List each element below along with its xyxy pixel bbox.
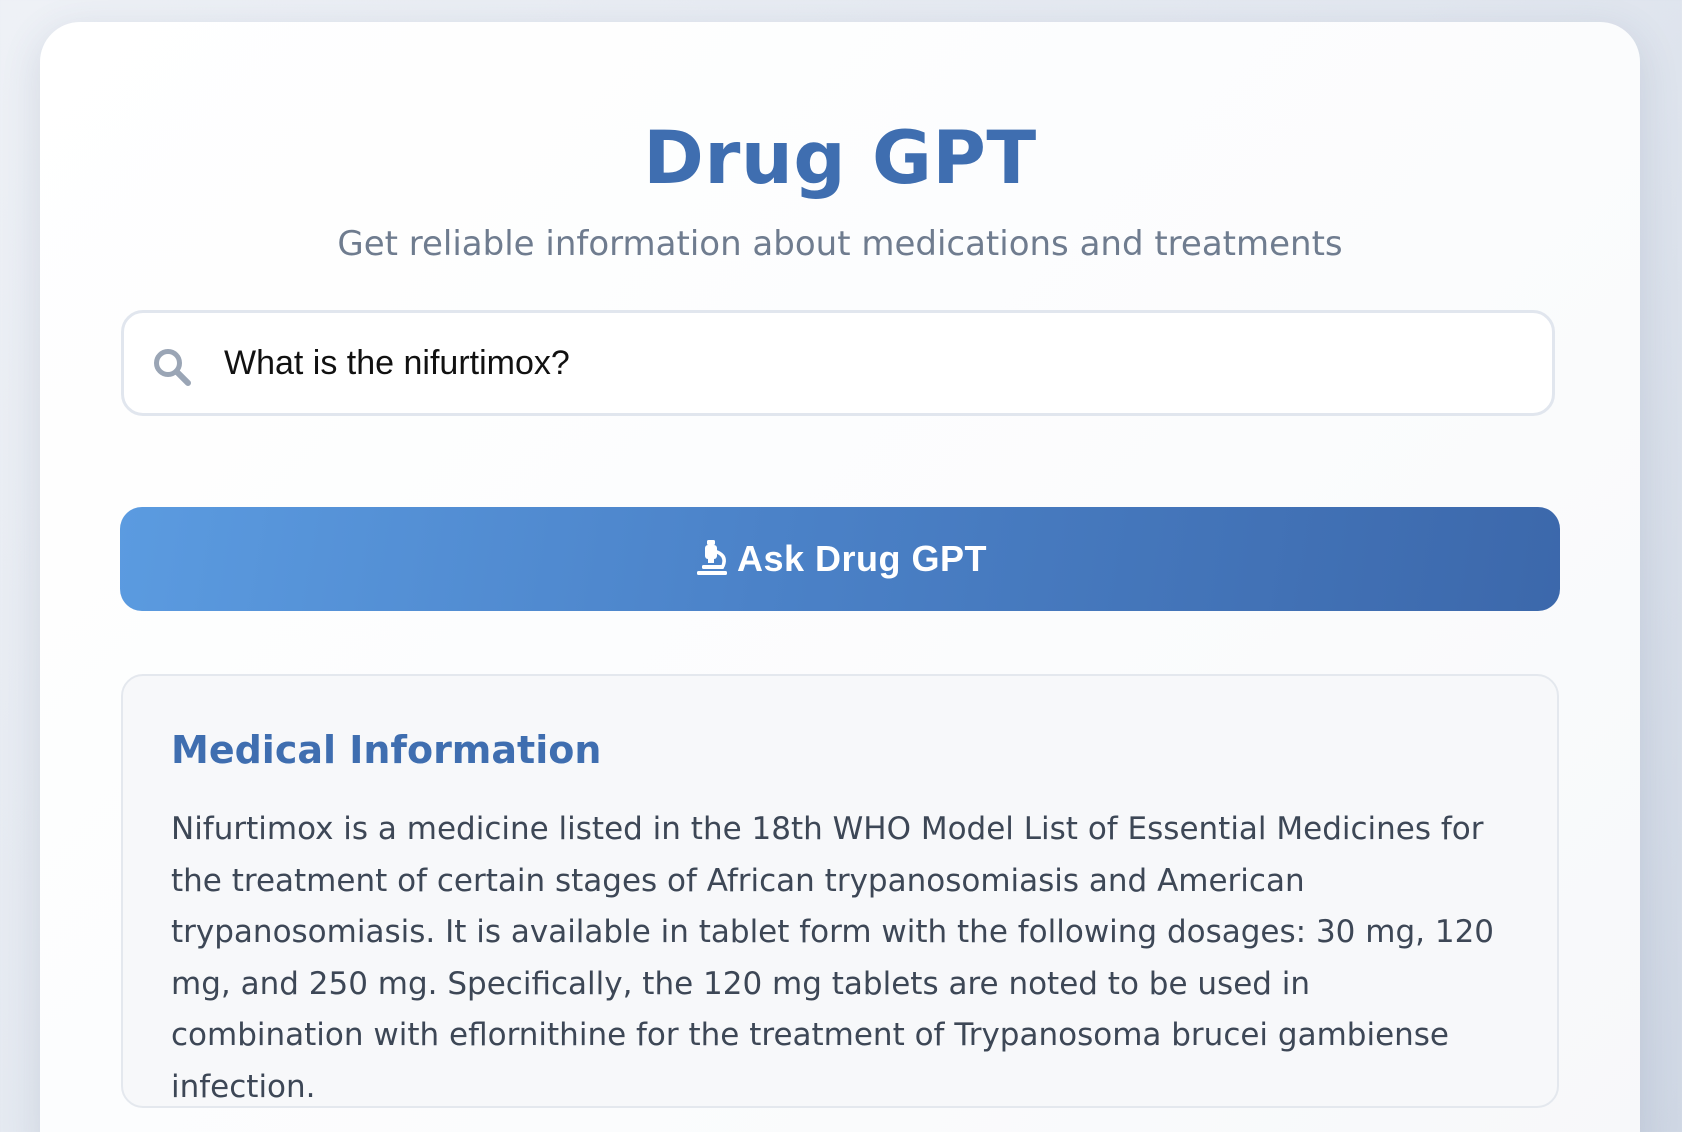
ask-button-label: Ask Drug GPT: [736, 538, 988, 579]
page-subtitle: Get reliable information about medicatio…: [337, 224, 1343, 264]
microscope-icon: [696, 540, 727, 575]
search-field[interactable]: [121, 310, 1555, 416]
medical-info-text: Nifurtimox is a medicine listed in the 1…: [171, 811, 1495, 1105]
medical-info-heading: Medical Information: [171, 728, 602, 772]
search-input[interactable]: [224, 333, 1524, 393]
medical-info-panel: Medical Information Nifurtimox is a medi…: [121, 674, 1559, 1108]
page-title: Drug GPT: [643, 116, 1037, 201]
ask-drug-gpt-button[interactable]: Ask Drug GPT: [120, 507, 1560, 611]
search-icon: [154, 349, 191, 386]
main-card: Drug GPT Get reliable information about …: [40, 22, 1640, 1132]
